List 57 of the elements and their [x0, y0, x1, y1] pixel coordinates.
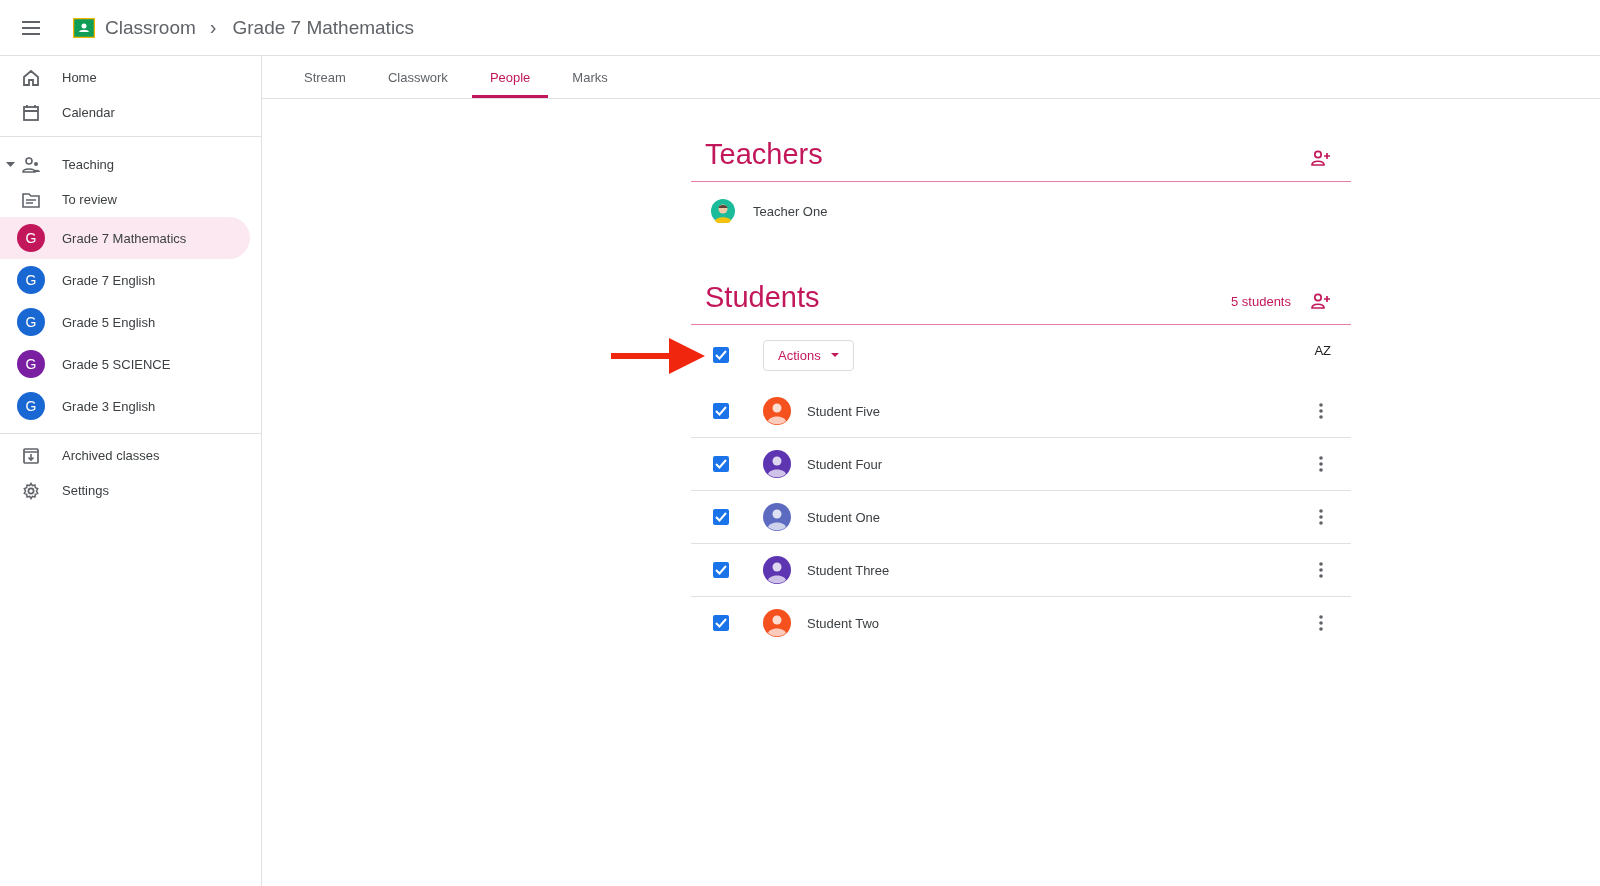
archive-icon — [22, 446, 40, 465]
sidebar-item[interactable]: Archived classes — [0, 438, 250, 473]
settings-icon — [22, 481, 40, 500]
caret-icon — [830, 353, 839, 357]
teacher-name: Teacher One — [753, 203, 828, 219]
student-name: Student One — [807, 509, 880, 525]
home-icon — [22, 68, 40, 87]
add-person-icon[interactable] — [1311, 293, 1331, 309]
people-icon — [22, 156, 40, 173]
teacher-avatar — [711, 199, 735, 223]
class-avatar: G — [17, 350, 45, 378]
student-name: Student Three — [807, 562, 890, 578]
more-options-icon[interactable] — [1319, 456, 1323, 472]
more-options-icon[interactable] — [1319, 562, 1323, 578]
sidebar-item[interactable]: Calendar — [0, 95, 250, 130]
section-title: Students — [705, 280, 820, 314]
sort-button[interactable]: AZ — [1314, 342, 1331, 358]
sidebar-item[interactable]: Settings — [0, 473, 250, 508]
class-item[interactable]: G Grade 5 English — [0, 301, 250, 343]
row-checkbox[interactable] — [713, 456, 729, 472]
actions-dropdown[interactable]: Actions — [763, 339, 854, 371]
tab[interactable]: Stream — [286, 56, 364, 98]
more-options-icon[interactable] — [1319, 615, 1323, 631]
row-checkbox[interactable] — [713, 615, 729, 631]
class-avatar: G — [17, 308, 45, 336]
tab[interactable]: People — [471, 56, 549, 98]
student-name: Student Two — [807, 615, 880, 631]
more-options-icon[interactable] — [1319, 509, 1323, 525]
folder-icon — [22, 191, 40, 208]
add-person-icon[interactable] — [1311, 150, 1331, 166]
menu-button[interactable] — [22, 20, 40, 35]
sidebar-item[interactable]: To review — [0, 182, 250, 217]
teaching-item[interactable]: Teaching — [0, 147, 250, 182]
student-name: Student Five — [807, 403, 880, 419]
class-avatar: G — [17, 266, 45, 294]
student-name: Student Four — [807, 456, 883, 472]
tab[interactable]: Marks — [554, 56, 626, 98]
class-item[interactable]: G Grade 7 Mathematics — [0, 217, 250, 259]
row-checkbox[interactable] — [713, 562, 729, 578]
class-name: Grade 7 Mathematics — [232, 16, 415, 39]
section-title: Teachers — [705, 137, 823, 171]
class-avatar: G — [17, 224, 45, 252]
row-checkbox[interactable] — [713, 509, 729, 525]
row-checkbox[interactable] — [713, 403, 729, 419]
select-all-checkbox[interactable] — [713, 347, 729, 363]
breadcrumb-separator: › — [209, 16, 217, 39]
calendar-icon — [22, 103, 40, 122]
tab[interactable]: Classwork — [369, 56, 466, 98]
app-name[interactable]: Classroom — [105, 16, 196, 39]
student-count: 5 students — [1231, 293, 1291, 309]
class-item[interactable]: G Grade 7 English — [0, 259, 250, 301]
more-options-icon[interactable] — [1319, 403, 1323, 419]
class-avatar: G — [17, 392, 45, 420]
classroom-logo-icon — [73, 17, 95, 38]
class-item[interactable]: G Grade 5 SCIENCE — [0, 343, 250, 385]
sidebar-item[interactable]: Home — [0, 60, 250, 95]
class-item[interactable]: G Grade 3 English — [0, 385, 250, 427]
